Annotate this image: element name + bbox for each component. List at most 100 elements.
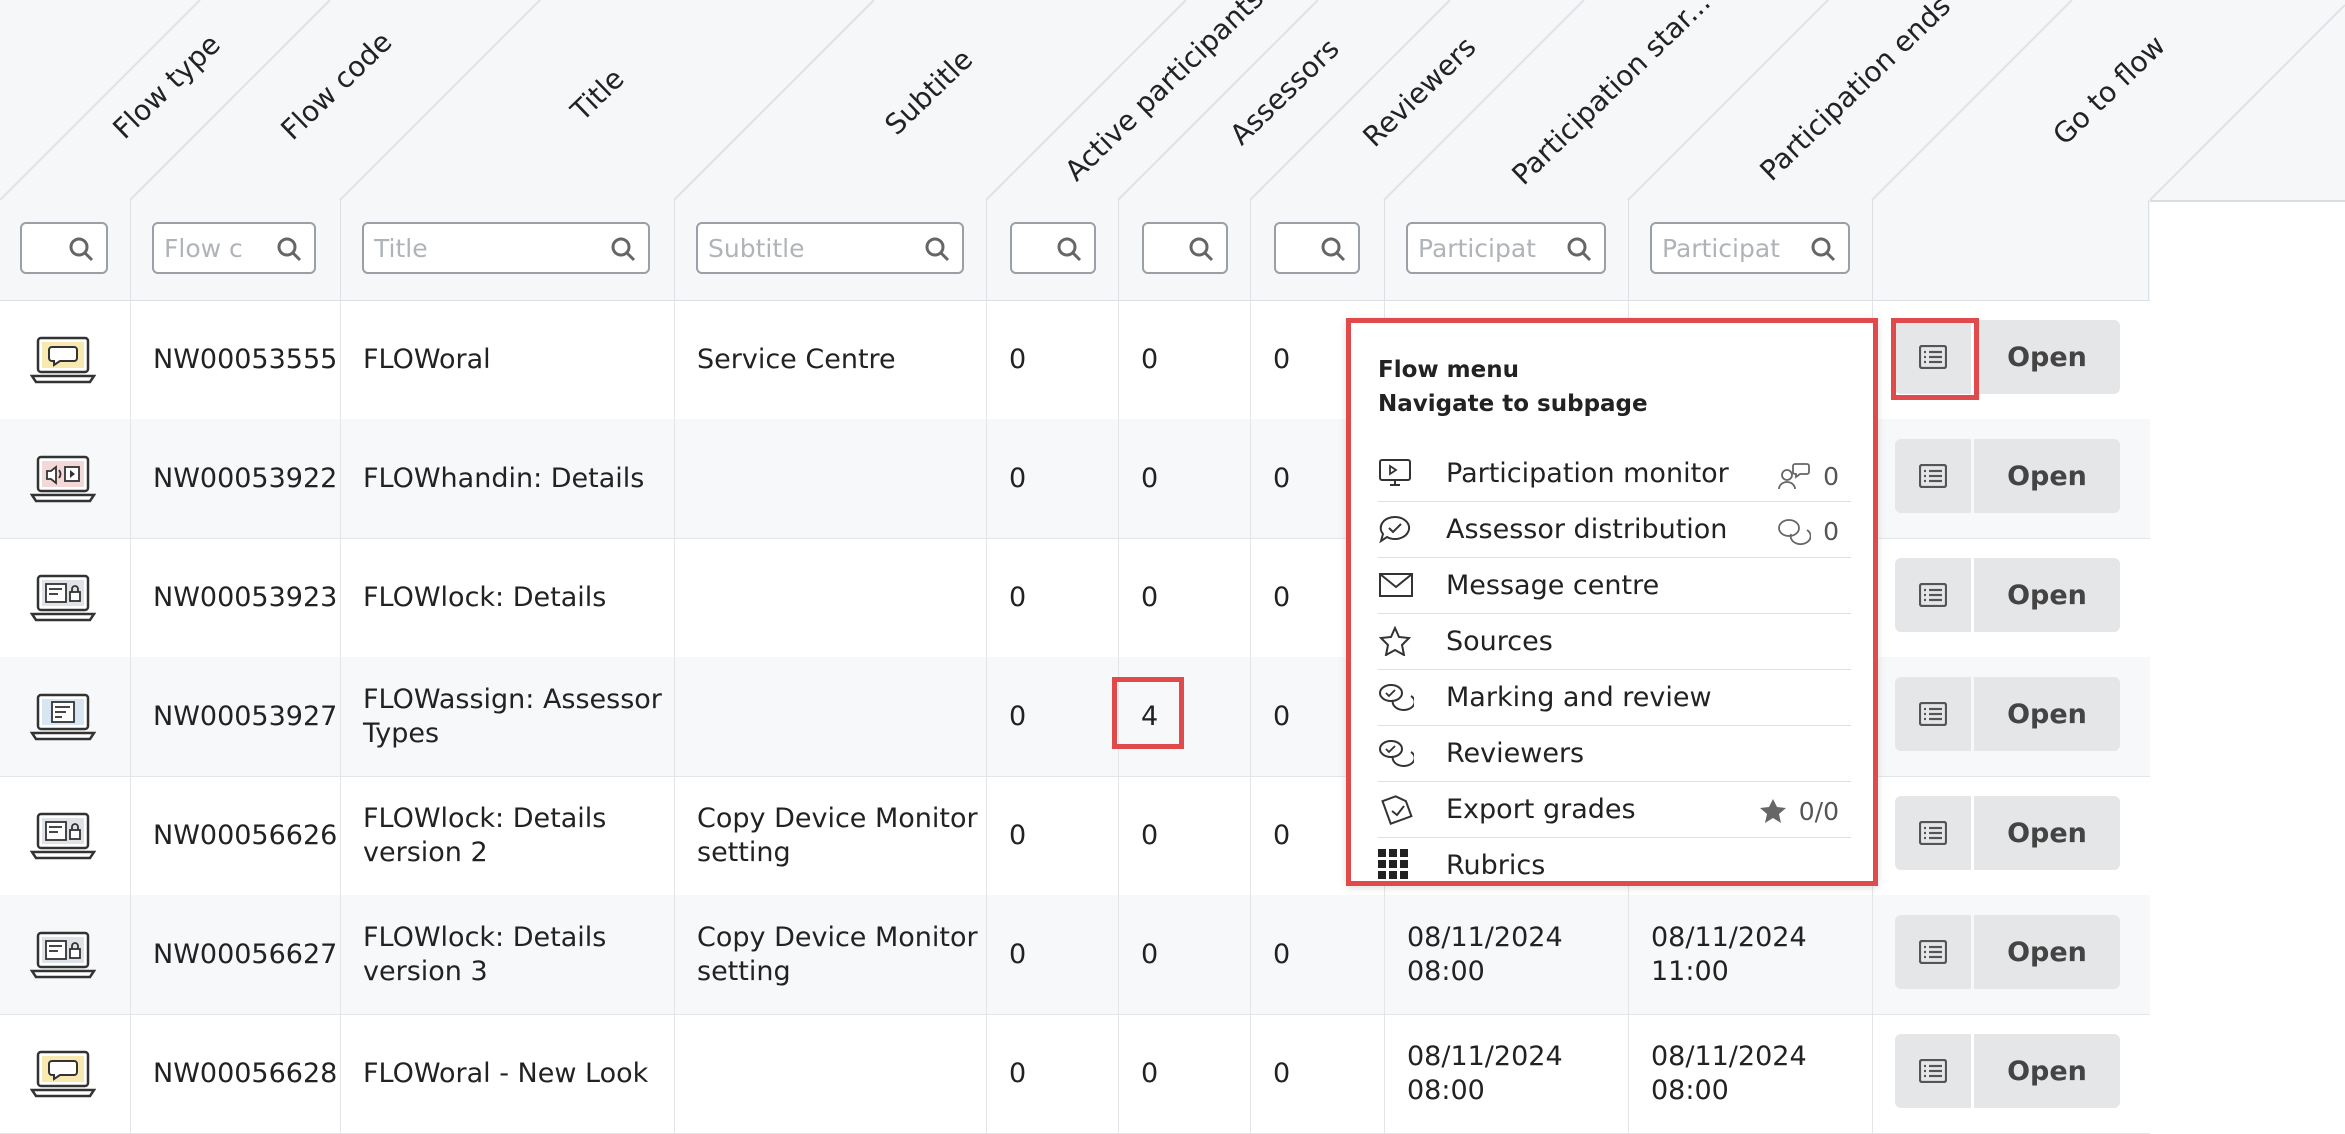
- flow-menu-button[interactable]: [1895, 915, 1971, 989]
- menu-item-export-grades[interactable]: Export grades 0/0: [1378, 781, 1851, 838]
- filter-text-field[interactable]: [1022, 234, 1052, 263]
- flow-menu-button[interactable]: [1895, 796, 1971, 870]
- assessors-cell: 0: [1118, 1014, 1250, 1133]
- laptop-lock-icon: [30, 574, 96, 621]
- filter-text-field[interactable]: [1286, 234, 1316, 263]
- flow-menu-button[interactable]: [1895, 1034, 1971, 1108]
- filter-flow-code-input[interactable]: [152, 222, 316, 274]
- column-divider: [2148, 200, 2149, 300]
- menu-item-count: 0/0: [1759, 797, 1839, 826]
- open-flow-button[interactable]: Open: [1974, 915, 2120, 989]
- menu-item-rubrics[interactable]: Rubrics: [1378, 837, 1851, 893]
- menu-item-assessor-distribution[interactable]: Assessor distribution 0: [1378, 501, 1851, 558]
- menu-item-label: Participation monitor: [1446, 457, 1729, 489]
- flow-menu-button-highlight: [1891, 318, 1979, 400]
- filter-text-field[interactable]: [1154, 234, 1184, 263]
- filter-assessors-input[interactable]: [1142, 222, 1228, 274]
- laptop-media-icon: [30, 455, 96, 502]
- active-participants-cell: 0: [986, 1014, 1118, 1133]
- open-flow-button[interactable]: Open: [1974, 677, 2120, 751]
- chat-check-icon: [1379, 515, 1411, 544]
- flow-menu-button[interactable]: [1895, 439, 1971, 513]
- open-flow-button[interactable]: Open: [1974, 558, 2120, 632]
- table-row: NW00056627 FLOWlock: Details version 3 C…: [0, 895, 2150, 1015]
- active-participants-cell: 0: [986, 419, 1118, 538]
- list-icon: [1919, 821, 1947, 845]
- laptop-document-icon: [30, 693, 96, 740]
- flow-menu-title: Flow menu: [1378, 357, 1519, 383]
- title-cell: FLOWlock: Details version 3: [340, 895, 674, 1014]
- filter-text-field[interactable]: [1418, 234, 1562, 263]
- search-icon: [277, 237, 302, 262]
- active-participants-cell: 0: [986, 300, 1118, 419]
- filter-text-field[interactable]: [374, 234, 606, 263]
- go-to-flow-buttons: Open: [1895, 677, 2120, 751]
- participation-ends-cell: 08/11/2024 08:00: [1628, 1014, 1872, 1133]
- menu-item-sources[interactable]: Sources: [1378, 613, 1851, 670]
- header-divider-lines: [0, 0, 2345, 200]
- filter-subtitle-input[interactable]: [696, 222, 964, 274]
- filter-text-field[interactable]: [708, 234, 920, 263]
- list-icon: [1919, 464, 1947, 488]
- menu-item-label: Assessor distribution: [1446, 513, 1728, 545]
- table-header: Flow type Flow code Title Subtitle Activ…: [0, 0, 2345, 202]
- filter-text-field[interactable]: [164, 234, 272, 263]
- flow-type-cell: [0, 300, 130, 419]
- title-cell: FLOWhandin: Details: [340, 419, 674, 538]
- assessors-cell: 0: [1118, 895, 1250, 1014]
- search-icon: [1321, 237, 1346, 262]
- flow-type-cell: [0, 657, 130, 776]
- filter-participation-ends-input[interactable]: [1650, 222, 1850, 274]
- participation-ends-cell: 08/11/2024 11:00: [1628, 895, 1872, 1014]
- menu-item-count: 0: [1777, 517, 1839, 546]
- filter-text-field[interactable]: [1662, 234, 1806, 263]
- go-to-flow-buttons: Open: [1895, 796, 2120, 870]
- reviewers-cell: 0: [1250, 1014, 1384, 1133]
- laptop-speech-bubble-icon: [30, 336, 96, 383]
- menu-item-marking-and-review[interactable]: Marking and review: [1378, 669, 1851, 726]
- envelope-icon: [1379, 573, 1413, 597]
- filter-flow-type-input[interactable]: [20, 222, 108, 274]
- filter-title-input[interactable]: [362, 222, 650, 274]
- go-to-flow-buttons: Open: [1895, 1034, 2120, 1108]
- search-icon: [925, 237, 950, 262]
- menu-item-participation-monitor[interactable]: Participation monitor 0: [1378, 445, 1851, 502]
- search-icon: [69, 237, 94, 262]
- search-icon: [611, 237, 636, 262]
- filter-participation-starts-input[interactable]: [1406, 222, 1606, 274]
- assessors-value-highlight: [1112, 677, 1184, 749]
- grid-icon: [1378, 849, 1408, 879]
- open-flow-button[interactable]: Open: [1974, 1034, 2120, 1108]
- menu-item-message-centre[interactable]: Message centre: [1378, 557, 1851, 614]
- flow-menu-button[interactable]: [1895, 558, 1971, 632]
- flow-code-cell: NW00053923: [130, 538, 340, 657]
- subtitle-cell: [674, 657, 986, 776]
- filter-active-participants-input[interactable]: [1010, 222, 1096, 274]
- double-chat-icon: [1778, 518, 1812, 545]
- active-participants-cell: 0: [986, 895, 1118, 1014]
- subtitle-cell: [674, 419, 986, 538]
- menu-item-reviewers[interactable]: Reviewers: [1378, 725, 1851, 782]
- table-row: NW00056628 FLOWoral - New Look 0 0 0 08/…: [0, 1014, 2150, 1134]
- menu-item-label: Export grades: [1446, 793, 1636, 825]
- open-flow-button[interactable]: Open: [1974, 439, 2120, 513]
- filter-text-field[interactable]: [32, 234, 64, 263]
- menu-item-count-value: 0/0: [1798, 797, 1839, 826]
- column-divider: [1628, 200, 1629, 300]
- participation-starts-cell: 08/11/2024 08:00: [1384, 1014, 1628, 1133]
- subtitle-cell: Copy Device Monitor setting: [674, 895, 986, 1014]
- title-cell: FLOWlock: Details: [340, 538, 674, 657]
- column-divider: [1872, 200, 1873, 300]
- flow-code-cell: NW00053555: [130, 300, 340, 419]
- double-chat-icon: [1379, 740, 1414, 767]
- menu-item-label: Message centre: [1446, 569, 1660, 601]
- open-flow-button[interactable]: Open: [1974, 320, 2120, 394]
- open-flow-button[interactable]: Open: [1974, 796, 2120, 870]
- column-divider: [986, 200, 987, 300]
- filter-reviewers-input[interactable]: [1274, 222, 1360, 274]
- subtitle-cell: Service Centre: [674, 300, 986, 419]
- title-cell: FLOWlock: Details version 2: [340, 776, 674, 895]
- go-to-flow-buttons: Open: [1895, 558, 2120, 632]
- star-outline-icon: [1378, 626, 1412, 656]
- flow-menu-button[interactable]: [1895, 677, 1971, 751]
